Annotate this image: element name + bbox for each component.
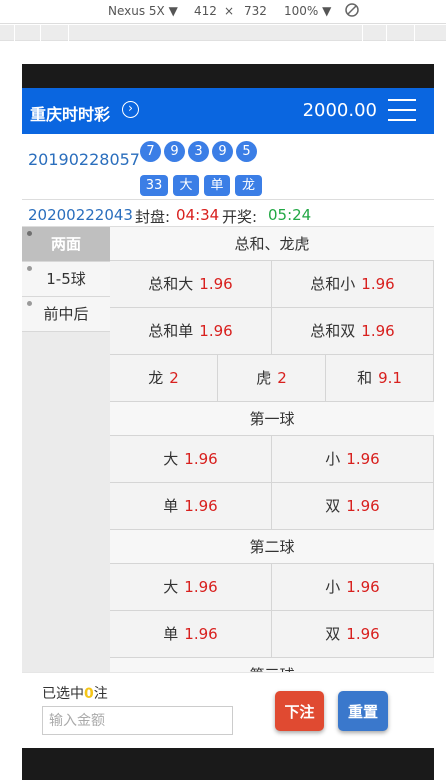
current-issue: 20200222043 xyxy=(28,206,133,224)
app-header: 重庆时时彩 › 2000.00 xyxy=(22,88,434,134)
bet-option[interactable]: 总和双 1.96 xyxy=(272,308,434,355)
countdown-row: 20200222043 封盘: 04:34 开奖: 05:24 xyxy=(22,201,434,227)
result-ball: 5 xyxy=(236,141,257,162)
section-title: 第一球 xyxy=(110,402,434,436)
bet-option[interactable]: 单 1.96 xyxy=(110,611,272,658)
result-dragon-tag: 龙 xyxy=(235,175,262,196)
bet-option[interactable]: 小 1.96 xyxy=(272,436,434,483)
bet-option[interactable]: 单 1.96 xyxy=(110,483,272,530)
selected-count-label: 已选中0注 xyxy=(42,686,108,702)
section-title: 第三球 xyxy=(110,658,434,672)
rotate-icon[interactable] xyxy=(344,2,360,21)
nav-item-label: 1-5球 xyxy=(46,270,86,288)
nav-item-label: 两面 xyxy=(50,235,81,253)
result-ball: 3 xyxy=(188,141,209,162)
viewport-width[interactable]: 412 xyxy=(194,4,217,18)
reset-button[interactable]: 重置 xyxy=(338,691,388,731)
device-select[interactable]: Nexus 5X ▼ xyxy=(108,4,178,18)
amount-input[interactable] xyxy=(42,706,233,735)
bet-grid: 总和、龙虎 总和大 1.96 总和小 1.96 总和单 1.96 总和双 1.96 龙2… xyxy=(110,227,434,672)
result-ball: 7 xyxy=(140,141,161,162)
result-size-tag: 大 xyxy=(173,175,199,196)
close-time: 04:34 xyxy=(176,206,220,224)
dot-icon xyxy=(27,301,32,306)
dot-icon xyxy=(27,231,32,236)
bet-option[interactable]: 虎2 xyxy=(218,355,326,402)
bet-option[interactable]: 双 1.96 xyxy=(272,611,434,658)
bet-option[interactable]: 双 1.96 xyxy=(272,483,434,530)
viewport-height[interactable]: 732 xyxy=(244,4,267,18)
menu-icon[interactable] xyxy=(388,97,416,123)
close-label: 封盘: xyxy=(135,208,171,226)
lottery-title[interactable]: 重庆时时彩 xyxy=(30,101,110,125)
bet-option[interactable]: 总和单 1.96 xyxy=(110,308,272,355)
zoom-select[interactable]: 100% ▼ xyxy=(284,4,331,18)
device-viewport: 重庆时时彩 › 2000.00 20190228057 7 9 3 9 5 33… xyxy=(22,64,434,780)
result-issue: 20190228057 xyxy=(28,150,140,169)
nav-item-balls-1-5[interactable]: 1-5球 xyxy=(22,262,110,297)
last-result: 20190228057 7 9 3 9 5 33 大 单 龙 xyxy=(22,134,434,200)
bet-option[interactable]: 大 1.96 xyxy=(110,564,272,611)
bet-option[interactable]: 总和小 1.96 xyxy=(272,261,434,308)
bet-option[interactable]: 小 1.96 xyxy=(272,564,434,611)
media-ruler xyxy=(0,25,446,41)
status-bar xyxy=(22,64,434,88)
place-bet-button[interactable]: 下注 xyxy=(275,691,324,731)
devtools-toolbar: Nexus 5X ▼ 412 × 732 100% ▼ xyxy=(0,0,446,24)
nav-item-label: 前中后 xyxy=(43,305,89,323)
result-parity-tag: 单 xyxy=(204,175,230,196)
balance: 2000.00 xyxy=(302,100,377,121)
dot-icon xyxy=(27,266,32,271)
bet-option[interactable]: 龙2 xyxy=(110,355,218,402)
result-ball: 9 xyxy=(164,141,185,162)
bet-footer: 已选中0注 下注 重置 xyxy=(22,672,434,748)
category-nav: 两面 1-5球 前中后 xyxy=(22,227,110,672)
result-sum-tag: 33 xyxy=(140,175,168,196)
section-title: 总和、龙虎 xyxy=(110,227,434,261)
result-ball: 9 xyxy=(212,141,233,162)
selected-count: 0 xyxy=(84,686,94,702)
nav-item-front-mid-back[interactable]: 前中后 xyxy=(22,297,110,332)
open-time: 05:24 xyxy=(268,206,312,224)
dimension-separator: × xyxy=(224,4,235,18)
bet-option[interactable]: 大 1.96 xyxy=(110,436,272,483)
open-label: 开奖: xyxy=(222,208,258,226)
bet-option[interactable]: 和 9.1 xyxy=(326,355,434,402)
bet-option[interactable]: 总和大 1.96 xyxy=(110,261,272,308)
nav-item-two-sides[interactable]: 两面 xyxy=(22,227,110,262)
section-title: 第二球 xyxy=(110,530,434,564)
chevron-right-icon[interactable]: › xyxy=(122,101,139,118)
nav-bar xyxy=(22,748,434,780)
